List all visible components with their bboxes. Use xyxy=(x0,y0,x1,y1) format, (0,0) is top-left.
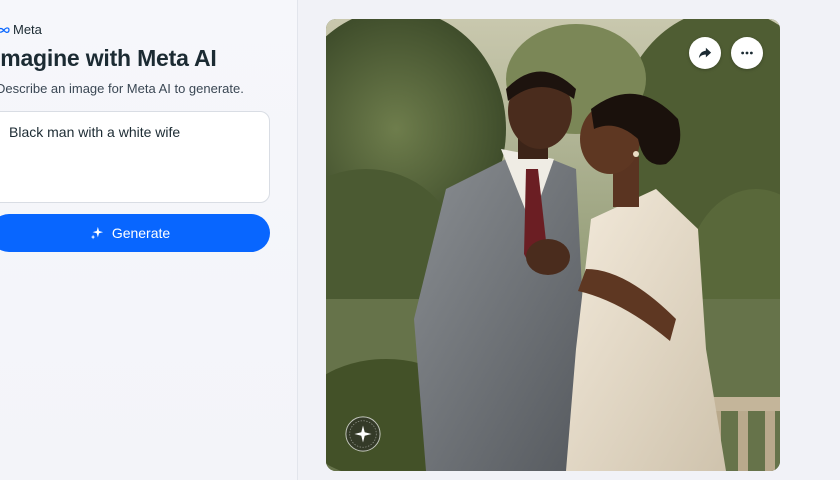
brand-logo[interactable]: Meta xyxy=(0,22,42,37)
page-subtitle: Describe an image for Meta AI to generat… xyxy=(0,81,244,96)
generate-label: Generate xyxy=(111,225,171,241)
generated-image-illustration xyxy=(326,19,780,471)
result-area xyxy=(298,0,840,480)
share-button[interactable] xyxy=(689,37,721,69)
prompt-input[interactable]: Black man with a white wife xyxy=(0,111,270,203)
prompt-panel: Meta Imagine with Meta AI Describe an im… xyxy=(0,0,298,480)
more-dots-icon xyxy=(741,51,753,55)
sparkle-icon xyxy=(90,226,103,240)
more-options-button[interactable] xyxy=(731,37,763,69)
page-title: Imagine with Meta AI xyxy=(0,45,217,71)
brand-name: Meta xyxy=(13,22,42,37)
imagined-with-ai-badge-icon xyxy=(345,416,381,452)
generated-image[interactable] xyxy=(326,19,780,471)
meta-infinity-icon xyxy=(0,26,10,33)
generate-button[interactable]: Generate xyxy=(0,214,270,252)
share-arrow-icon xyxy=(698,47,712,59)
